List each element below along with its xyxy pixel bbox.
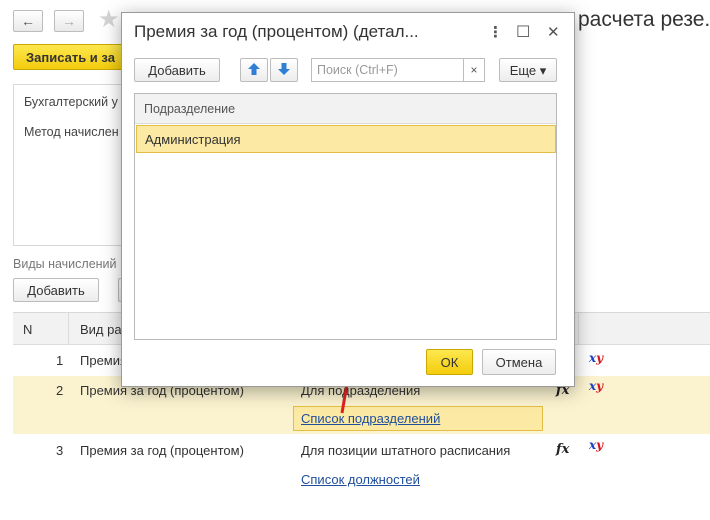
column-header-department: Подразделение <box>135 94 556 124</box>
forward-button[interactable]: → <box>54 10 84 32</box>
save-and-close-button[interactable]: Записать и за <box>13 44 133 70</box>
xy-icon: xy <box>589 351 604 365</box>
back-button[interactable]: ← <box>13 10 43 32</box>
dialog-title: Премия за год (процентом) (детал... <box>134 22 419 41</box>
arrow-down-icon <box>278 63 290 75</box>
maximize-icon[interactable]: ☐ <box>516 22 530 42</box>
favorite-star-icon[interactable]: ★ <box>98 6 120 34</box>
column-divider <box>578 313 579 345</box>
row-number: 3 <box>56 443 64 458</box>
search-clear-button[interactable]: × <box>463 58 485 82</box>
col-number: N <box>23 322 33 337</box>
accounting-label: Бухгалтерский у <box>24 95 118 109</box>
method-label: Метод начислен <box>24 125 119 139</box>
section-label: Виды начислений <box>13 257 117 271</box>
row-kind: Премия за год (процентом) <box>80 443 244 458</box>
close-icon[interactable]: ✕ <box>547 23 560 41</box>
departments-list: Подразделение Администрация <box>134 93 557 340</box>
ok-button[interactable]: ОК <box>426 349 473 375</box>
xy-icon: xy <box>589 379 604 393</box>
settings-panel: Бухгалтерский у Метод начислен <box>13 84 133 246</box>
row-number: 2 <box>56 383 64 398</box>
row-note: Для позиции штатного расписания <box>301 443 511 458</box>
move-down-button[interactable] <box>270 58 298 82</box>
arrow-left-icon: ← <box>21 13 35 29</box>
table-row[interactable]: 3 Премия за год (процентом) Для позиции … <box>13 434 710 494</box>
positions-list-link[interactable]: Список должностей <box>301 472 420 487</box>
row-kind: Премия <box>80 353 128 368</box>
column-divider <box>68 313 69 345</box>
arrow-right-icon: → <box>62 13 76 29</box>
more-vert-icon[interactable]: ⋮ <box>488 23 503 41</box>
list-item[interactable]: Администрация <box>136 125 556 153</box>
form-title: расчета резе... <box>578 8 710 31</box>
xy-icon: xy <box>589 438 604 452</box>
more-menu-button[interactable]: Еще ▾ <box>499 58 557 82</box>
row-number: 1 <box>56 353 64 368</box>
add-accrual-button[interactable]: Добавить <box>13 278 99 302</box>
add-button[interactable]: Добавить <box>134 58 220 82</box>
detail-dialog: Премия за год (процентом) (детал... ⋮ ☐ … <box>121 12 575 387</box>
move-up-button[interactable] <box>240 58 268 82</box>
arrow-up-icon <box>248 63 260 75</box>
formula-icon[interactable]: fx <box>556 442 569 457</box>
search-input[interactable]: Поиск (Ctrl+F) <box>311 58 464 82</box>
cancel-button[interactable]: Отмена <box>482 349 556 375</box>
col-kind: Вид ра <box>80 322 122 337</box>
departments-list-link[interactable]: Список подразделений <box>301 411 440 426</box>
